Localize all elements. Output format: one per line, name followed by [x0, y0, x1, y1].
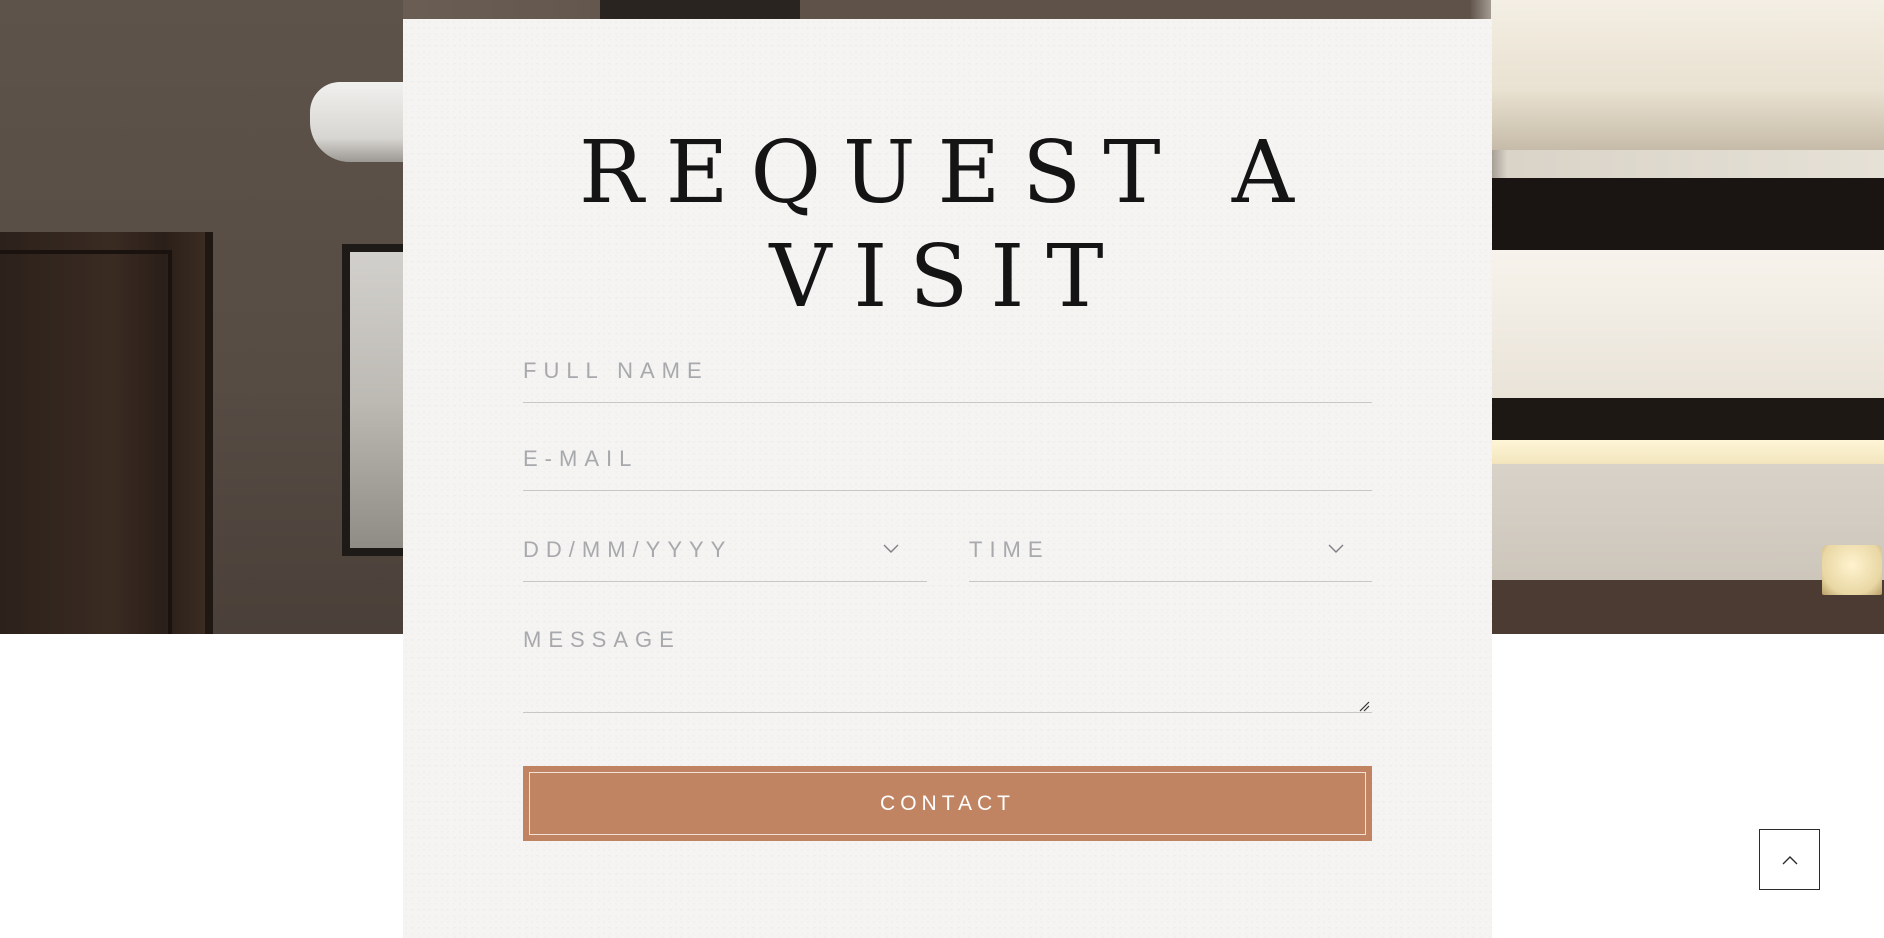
resize-grip-icon[interactable]	[1358, 697, 1370, 712]
message-textarea[interactable]: MESSAGE	[523, 618, 1372, 713]
photo-shelf-panel	[1491, 250, 1884, 398]
date-placeholder: DD/MM/YYYY	[523, 537, 733, 562]
email-field[interactable]: E-MAIL	[523, 438, 1372, 491]
contact-button[interactable]: CONTACT	[523, 766, 1372, 841]
back-to-top-button[interactable]	[1759, 829, 1820, 890]
chevron-up-icon	[1782, 856, 1798, 865]
photo-door	[0, 232, 213, 634]
photo-shelf-upper	[1491, 178, 1884, 250]
page: REQUEST A VISIT FULL NAME E-MAIL DD/MM/Y…	[0, 0, 1884, 938]
chevron-down-icon[interactable]	[881, 538, 901, 558]
full-name-placeholder: FULL NAME	[523, 358, 709, 383]
photo-pendant-lamps	[600, 0, 800, 20]
form-title-line-1: REQUEST A	[578, 123, 1316, 223]
photo-shelf-light	[1491, 440, 1884, 464]
photo-ceiling	[1491, 0, 1884, 150]
photo-shelf-lower	[1491, 398, 1884, 446]
time-placeholder: TIME	[969, 537, 1050, 562]
photo-table-lamp	[1822, 545, 1882, 595]
form-title: REQUEST A VISIT	[403, 121, 1492, 329]
full-name-field[interactable]: FULL NAME	[523, 350, 1372, 403]
email-placeholder: E-MAIL	[523, 446, 639, 471]
date-select[interactable]: DD/MM/YYYY	[523, 528, 927, 582]
chevron-down-icon[interactable]	[1326, 538, 1346, 558]
form-title-line-2: VISIT	[769, 227, 1126, 327]
message-placeholder: MESSAGE	[523, 627, 681, 652]
request-visit-form-card: REQUEST A VISIT FULL NAME E-MAIL DD/MM/Y…	[403, 19, 1492, 938]
time-select[interactable]: TIME	[969, 528, 1372, 582]
contact-button-label: CONTACT	[880, 791, 1015, 815]
